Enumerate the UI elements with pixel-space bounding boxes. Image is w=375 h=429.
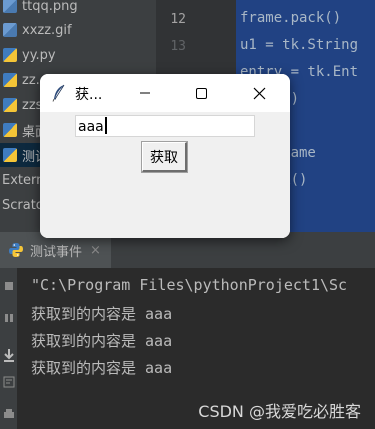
- code-line: u1 = tk.String: [240, 37, 359, 53]
- text-entry[interactable]: aaa: [75, 115, 255, 137]
- project-tree-item[interactable]: yy.py: [0, 43, 156, 67]
- close-icon[interactable]: ×: [90, 243, 101, 258]
- minimize-icon: [140, 92, 150, 94]
- console-line: 获取到的内容是 aaa: [31, 359, 173, 377]
- python-file-icon: [3, 73, 17, 87]
- python-file-icon: [3, 48, 17, 62]
- image-file-icon: [3, 23, 17, 37]
- python-file-icon: [3, 123, 17, 137]
- python-file-icon: [3, 148, 17, 162]
- tk-window-body: aaa 获取: [40, 112, 290, 238]
- project-tree-item-label: xxzz.gif: [22, 22, 72, 38]
- entry-value: aaa: [78, 119, 104, 135]
- run-tab-label: 测试事件: [30, 244, 83, 260]
- console-line: 获取到的内容是 aaa: [31, 305, 173, 323]
- stop-icon[interactable]: [1, 280, 16, 295]
- console-line: "C:\Program Files\pythonProject1\Sc: [31, 276, 348, 294]
- project-tree-item-label: Extern: [2, 172, 45, 188]
- scroll-to-end-icon[interactable]: [1, 348, 16, 363]
- project-tree-item[interactable]: xxzz.gif: [0, 18, 156, 42]
- run-toolbar: [0, 268, 17, 429]
- python-file-icon: [3, 98, 17, 112]
- tk-window: 获... aaa 获取: [40, 74, 290, 238]
- line-number: 13: [170, 39, 186, 54]
- soft-wrap-icon[interactable]: [1, 376, 16, 391]
- close-button[interactable]: [236, 74, 282, 112]
- close-icon: [253, 87, 266, 100]
- console-line: 获取到的内容是 aaa: [31, 332, 173, 350]
- text-caret: [104, 117, 107, 134]
- project-tree-item-label: Scrato: [2, 197, 44, 213]
- project-tree-item[interactable]: ttqq.png: [0, 0, 156, 18]
- project-tree-item-label: yy.py: [22, 47, 56, 63]
- tk-window-title: 获...: [75, 87, 103, 103]
- code-line: frame.pack(): [240, 10, 342, 26]
- minimize-button[interactable]: [122, 74, 168, 112]
- get-button[interactable]: 获取: [141, 141, 188, 173]
- python-icon: [9, 243, 23, 257]
- maximize-icon: [196, 88, 207, 99]
- tk-titlebar[interactable]: 获...: [40, 74, 290, 112]
- feather-icon: [52, 84, 65, 102]
- print-icon[interactable]: [1, 408, 16, 423]
- watermark: CSDN @我爱吃必胜客: [198, 402, 361, 421]
- line-number: 12: [170, 12, 186, 27]
- project-tree-item-label: zz.: [22, 72, 40, 88]
- image-file-icon: [3, 0, 17, 13]
- pause-icon[interactable]: [1, 312, 16, 327]
- project-tree-item-label: ttqq.png: [22, 0, 78, 14]
- maximize-button[interactable]: [178, 74, 224, 112]
